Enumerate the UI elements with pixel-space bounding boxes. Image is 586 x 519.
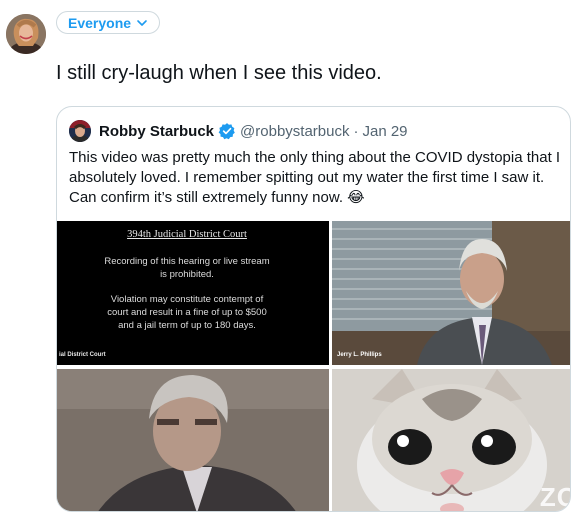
judge-video-tile: Jerry L. Phillips — [332, 221, 570, 365]
quoted-tweet[interactable]: Robby Starbuck @robbystarbuck · Jan 29 T… — [56, 106, 571, 512]
audience-label: Everyone — [68, 14, 132, 31]
video-media[interactable]: 394th Judicial District Court Recording … — [57, 221, 570, 512]
quoted-tweet-text: This video was pretty much the only thin… — [69, 149, 561, 206]
tweet-date[interactable]: Jan 29 — [362, 123, 407, 140]
court-notice-line-1: Recording of this hearing or live stream… — [104, 256, 270, 280]
quoted-author-name[interactable]: Robby Starbuck — [99, 123, 214, 140]
user-avatar[interactable] — [6, 14, 46, 54]
chevron-down-icon — [137, 19, 147, 26]
quoted-tweet-header: Robby Starbuck @robbystarbuck · Jan 29 — [69, 119, 408, 143]
verified-badge-icon — [218, 123, 235, 140]
kitten-filter-video-tile: ZO — [332, 369, 570, 512]
separator-dot: · — [353, 122, 359, 140]
judge-caption: Jerry L. Phillips — [337, 352, 382, 358]
court-caption: ial District Court — [59, 352, 106, 358]
attorney-video-tile — [57, 369, 329, 511]
quoted-author-handle[interactable]: @robbystarbuck — [240, 123, 349, 140]
court-notice-tile: 394th Judicial District Court Recording … — [57, 221, 329, 365]
compose-text[interactable]: I still cry-laugh when I see this video. — [56, 62, 382, 85]
quoted-author-avatar[interactable] — [69, 120, 91, 142]
court-notice-line-2: Violation may constitute contempt of cou… — [107, 294, 267, 331]
court-title: 394th Judicial District Court — [127, 229, 247, 240]
zoom-watermark: ZO — [539, 482, 570, 512]
audience-selector[interactable]: Everyone — [56, 11, 161, 34]
